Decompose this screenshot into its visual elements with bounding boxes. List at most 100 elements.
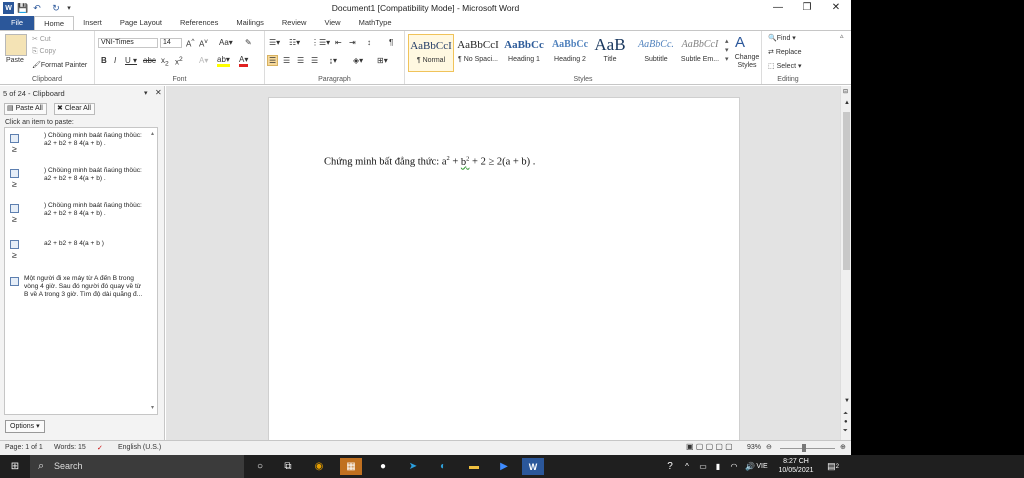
scroll-thumb[interactable] bbox=[843, 112, 850, 270]
page-count[interactable]: Page: 1 of 1 bbox=[5, 444, 43, 451]
document-page[interactable]: Chứng minh bất đẳng thức: a2 + b2 + 2 ≥ … bbox=[268, 97, 740, 447]
clipboard-item[interactable]: ≥ a2 + b2 + 8 4(a + b ) bbox=[8, 238, 153, 262]
style-subtitle[interactable]: AaBbCc. Subtitle bbox=[633, 34, 679, 72]
paste-button[interactable]: Paste bbox=[6, 57, 24, 64]
zoom-out-icon[interactable]: ⊖ bbox=[766, 443, 772, 451]
shrink-font-icon[interactable]: Av bbox=[199, 38, 208, 49]
input-language[interactable]: VIE bbox=[752, 458, 772, 475]
scroll-up-icon[interactable]: ▲ bbox=[844, 100, 850, 106]
tab-page-layout[interactable]: Page Layout bbox=[111, 16, 171, 30]
style-title[interactable]: AaB Title bbox=[587, 34, 633, 72]
find-button[interactable]: 🔍Find ▾ bbox=[768, 34, 796, 42]
font-name-select[interactable]: VNI-Times bbox=[98, 38, 158, 48]
decrease-indent-icon[interactable]: ⇤ bbox=[335, 38, 342, 47]
vertical-scrollbar[interactable]: ⊟ ▲ ▼ ⏶ ● ⏷ bbox=[840, 86, 851, 440]
pane-options-icon[interactable]: ▾ bbox=[144, 89, 148, 97]
increase-indent-icon[interactable]: ⇥ bbox=[349, 38, 356, 47]
highlight-icon[interactable]: ab▾ bbox=[217, 55, 230, 67]
superscript-icon[interactable]: x2 bbox=[175, 56, 183, 67]
previous-page-icon[interactable]: ⏶ bbox=[843, 411, 848, 418]
collapse-ribbon-icon[interactable]: ▵ bbox=[840, 32, 844, 40]
tab-insert[interactable]: Insert bbox=[74, 16, 111, 30]
justify-icon[interactable]: ☰ bbox=[311, 56, 318, 65]
change-styles-icon[interactable]: A bbox=[735, 34, 745, 51]
scroll-down-icon[interactable]: ▼ bbox=[844, 398, 850, 404]
windows-start-icon[interactable]: ⊞ bbox=[4, 458, 26, 475]
options-button[interactable]: Options ▾ bbox=[5, 420, 45, 433]
align-left-icon[interactable]: ☰ bbox=[267, 55, 279, 66]
font-size-select[interactable]: 14 bbox=[160, 38, 182, 48]
list-scroll-up-icon[interactable]: ▴ bbox=[151, 130, 154, 137]
close-button[interactable]: ✕ bbox=[826, 2, 846, 14]
word-count[interactable]: Words: 15 bbox=[54, 444, 86, 451]
clipboard-item[interactable]: ≥ ) Chöùng minh baát ñaúng thöùc: a2 + b2… bbox=[8, 132, 153, 162]
tab-review[interactable]: Review bbox=[273, 16, 316, 30]
file-explorer-icon[interactable]: ▬ bbox=[463, 458, 485, 475]
align-right-icon[interactable]: ☰ bbox=[297, 56, 304, 65]
show-formatting-icon[interactable]: ¶ bbox=[389, 38, 393, 47]
zoom-app-icon[interactable]: ▶ bbox=[493, 458, 515, 475]
tab-mathtype[interactable]: MathType bbox=[350, 16, 401, 30]
format-painter-button[interactable]: 🖌Format Painter bbox=[32, 61, 87, 69]
underline-icon[interactable]: U ▾ bbox=[125, 56, 137, 65]
multilevel-list-icon[interactable]: ⋮☰▾ bbox=[311, 38, 330, 47]
tab-view[interactable]: View bbox=[315, 16, 349, 30]
style-subtle-emphasis[interactable]: AaBbCcI Subtle Em... bbox=[677, 34, 723, 72]
next-page-icon[interactable]: ⏷ bbox=[843, 428, 848, 435]
line-spacing-icon[interactable]: ↨▾ bbox=[329, 56, 337, 65]
language-indicator[interactable]: English (U.S.) bbox=[118, 444, 161, 451]
replace-button[interactable]: ⇄ Replace bbox=[768, 48, 802, 56]
notification-icon[interactable]: ▤ 2 bbox=[822, 458, 844, 475]
pane-close-icon[interactable]: ✕ bbox=[155, 88, 162, 97]
zoom-level[interactable]: 93% bbox=[747, 444, 761, 451]
change-case-icon[interactable]: Aa▾ bbox=[219, 38, 233, 47]
word-taskbar-icon[interactable]: W bbox=[522, 458, 544, 475]
proofing-icon[interactable]: ✓ bbox=[97, 444, 103, 452]
telegram-icon[interactable]: ➤ bbox=[402, 458, 424, 475]
strikethrough-icon[interactable]: abc bbox=[143, 56, 156, 65]
taskbar-clock[interactable]: 8:27 CH 10/05/2021 bbox=[776, 457, 816, 475]
task-view-icon[interactable]: ⧉ bbox=[277, 458, 299, 475]
restore-button[interactable]: ❐ bbox=[797, 2, 817, 14]
list-scroll-down-icon[interactable]: ▾ bbox=[151, 404, 154, 411]
taskbar-search[interactable]: ⌕ Search bbox=[30, 455, 244, 478]
document-text[interactable]: Chứng minh bất đẳng thức: a2 + b2 + 2 ≥ … bbox=[324, 155, 535, 168]
text-effects-icon[interactable]: A▾ bbox=[199, 56, 208, 65]
edge-icon[interactable]: ◐ bbox=[432, 458, 454, 475]
zoom-slider-thumb[interactable] bbox=[802, 444, 806, 452]
styles-scroll-icon[interactable]: ▴ ▾ ▾ bbox=[725, 37, 729, 64]
borders-icon[interactable]: ⊞▾ bbox=[377, 56, 388, 65]
browse-object-icon[interactable]: ● bbox=[844, 419, 848, 425]
subscript-icon[interactable]: x2 bbox=[161, 56, 169, 68]
style-no-spacing[interactable]: AaBbCcI ¶ No Spaci... bbox=[455, 34, 501, 72]
clear-all-button[interactable]: ✖ Clear All bbox=[54, 103, 95, 115]
cortana-icon[interactable]: ○ bbox=[249, 458, 271, 475]
cut-button[interactable]: ✂ Cut bbox=[32, 35, 51, 43]
select-button[interactable]: ⬚ Select ▾ bbox=[768, 62, 802, 70]
change-styles-button[interactable]: Change Styles bbox=[734, 54, 760, 70]
bullets-icon[interactable]: ☰▾ bbox=[269, 38, 280, 47]
app-icon[interactable]: ▦ bbox=[340, 458, 362, 475]
numbering-icon[interactable]: ☷▾ bbox=[289, 38, 300, 47]
zoom-in-icon[interactable]: ⊕ bbox=[840, 443, 846, 451]
italic-icon[interactable]: I bbox=[114, 56, 116, 65]
font-color-icon[interactable]: A▾ bbox=[239, 55, 249, 67]
clipboard-item[interactable]: Một người đi xe máy từ A đến B trong vòng… bbox=[8, 275, 153, 303]
clipboard-item[interactable]: ≥ ) Chöùng minh baát ñaúng thöùc: a2 + b2… bbox=[8, 202, 153, 232]
sort-icon[interactable]: ↕ bbox=[367, 38, 371, 47]
style-normal[interactable]: AaBbCcI ¶ Normal bbox=[408, 34, 454, 72]
tab-file[interactable]: File bbox=[0, 16, 35, 30]
bold-icon[interactable]: B bbox=[101, 56, 107, 65]
style-heading-1[interactable]: AaBbCc Heading 1 bbox=[501, 34, 547, 72]
chrome-icon[interactable]: ◉ bbox=[308, 458, 330, 475]
messenger-icon[interactable]: ● bbox=[372, 458, 394, 475]
grow-font-icon[interactable]: A^ bbox=[186, 38, 194, 49]
paste-all-button[interactable]: ▤ Paste All bbox=[4, 103, 47, 115]
tab-references[interactable]: References bbox=[171, 16, 227, 30]
ruler-toggle-icon[interactable]: ⊟ bbox=[843, 88, 848, 95]
clear-formatting-icon[interactable]: ✎ bbox=[245, 38, 252, 47]
copy-button[interactable]: ⎘ Copy bbox=[32, 48, 56, 56]
view-buttons-icon[interactable]: ▣ ▢ ▢ ▢ ▢ bbox=[686, 442, 733, 451]
paste-icon[interactable] bbox=[5, 34, 27, 56]
shading-icon[interactable]: ◈▾ bbox=[353, 56, 363, 65]
